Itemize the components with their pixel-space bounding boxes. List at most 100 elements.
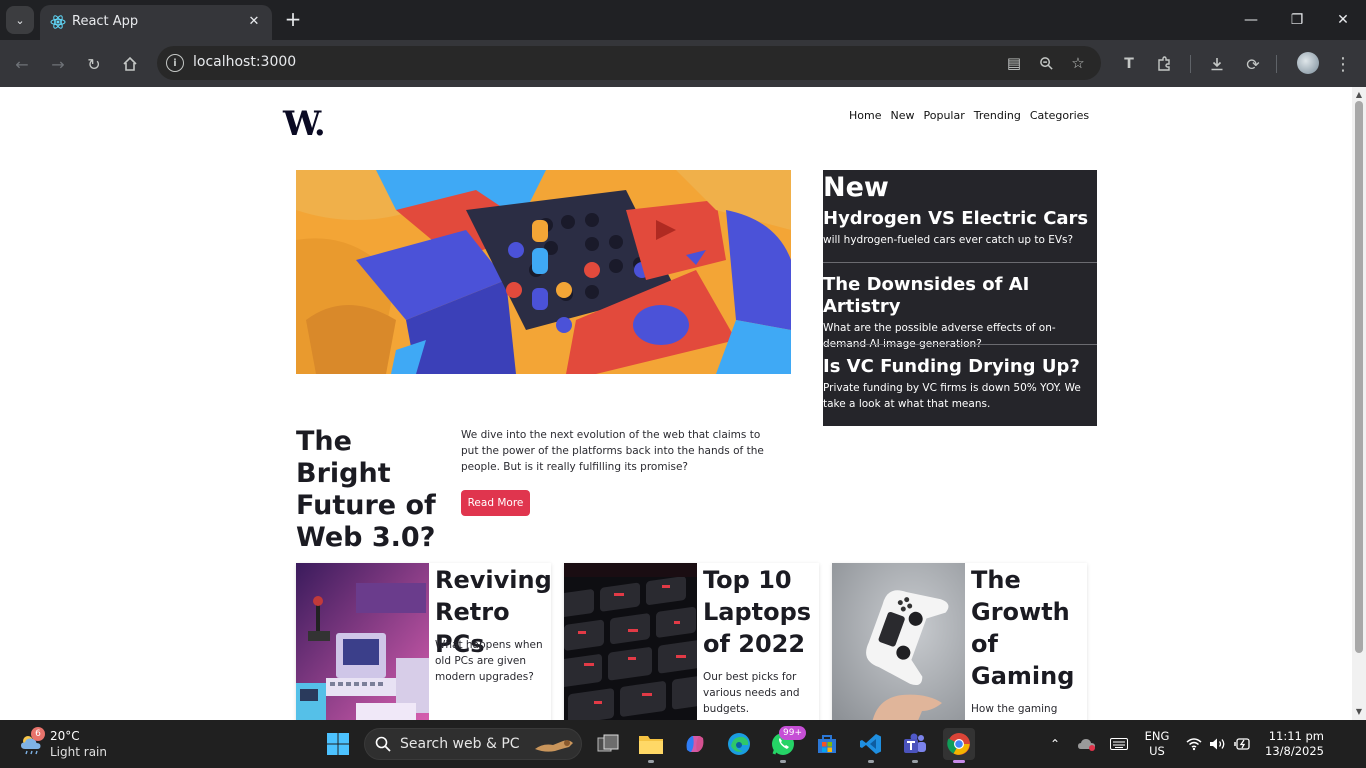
system-clock[interactable]: 11:11 pm 13/8/2025: [1262, 729, 1324, 759]
minimize-button[interactable]: —: [1228, 0, 1274, 40]
taskbar-search[interactable]: Search web & PC: [364, 728, 582, 760]
new-sidebar: New Hydrogen VS Electric Cars will hydro…: [823, 170, 1097, 426]
microsoft-store-button[interactable]: [811, 728, 843, 760]
nav-popular[interactable]: Popular: [923, 109, 964, 122]
chrome-icon: [947, 733, 970, 755]
profile-avatar[interactable]: [1297, 52, 1319, 74]
chrome-button[interactable]: [943, 728, 975, 763]
tab-search-button[interactable]: ⌄: [6, 6, 34, 34]
sidebar-article[interactable]: Is VC Funding Drying Up? Private funding…: [823, 356, 1097, 412]
start-button[interactable]: [322, 728, 354, 760]
site-info-icon[interactable]: i: [166, 54, 184, 72]
card-description: How the gaming: [971, 703, 1058, 715]
react-icon: [50, 15, 66, 29]
restore-button[interactable]: ❐: [1274, 0, 1320, 40]
task-view-button[interactable]: [592, 728, 624, 760]
page-viewport: W. Home New Popular Trending Categories: [0, 87, 1352, 720]
tab-strip: ⌄ React App ✕ + — ❐ ✕: [0, 0, 1366, 40]
forward-button[interactable]: →: [45, 51, 71, 77]
clock-time: 11:11 pm: [1268, 729, 1324, 743]
back-button[interactable]: ←: [9, 51, 35, 77]
vscode-icon: [860, 734, 881, 754]
file-explorer-button[interactable]: [635, 728, 667, 763]
sidebar-article-title[interactable]: Hydrogen VS Electric Cars: [823, 208, 1097, 230]
region-code: US: [1149, 744, 1165, 758]
nav-home[interactable]: Home: [849, 109, 881, 122]
article-card[interactable]: The Growth of Gaming How the gaming: [832, 563, 1087, 720]
nav-trending[interactable]: Trending: [974, 109, 1021, 122]
page-scrollbar[interactable]: ▲ ▼: [1352, 87, 1366, 720]
bookmark-star-icon[interactable]: ☆: [1066, 51, 1090, 75]
show-hidden-icons-button[interactable]: ⌃: [1045, 732, 1065, 756]
sidebar-article[interactable]: Hydrogen VS Electric Cars will hydrogen-…: [823, 208, 1097, 248]
url-text: localhost:3000: [193, 54, 297, 70]
card-title[interactable]: Top 10 Laptops of 2022: [703, 564, 819, 660]
sidebar-article-desc: What are the possible adverse effects of…: [823, 322, 1056, 350]
sidebar-article[interactable]: The Downsides of AI Artistry What are th…: [823, 274, 1097, 352]
weather-condition[interactable]: Light rain: [50, 745, 107, 759]
weather-temperature[interactable]: 20°C: [50, 729, 80, 743]
copilot-button[interactable]: [679, 728, 711, 760]
teams-button[interactable]: [899, 728, 931, 763]
reload-icon: ↻: [87, 54, 101, 74]
running-indicator: [780, 760, 786, 763]
laptop-keyboard-image: [564, 563, 697, 720]
read-more-button[interactable]: Read More: [461, 490, 530, 516]
card-description: Our best picks for various needs and bud…: [703, 671, 800, 715]
new-tab-button[interactable]: +: [282, 8, 304, 30]
edge-button[interactable]: [723, 728, 755, 760]
onedrive-icon[interactable]: [1076, 732, 1098, 756]
scroll-thumb[interactable]: [1355, 101, 1363, 653]
main-nav: Home New Popular Trending Categories: [849, 109, 1089, 122]
task-view-icon: [597, 734, 619, 752]
downloads-icon[interactable]: [1204, 51, 1230, 77]
chevron-down-icon: ⌄: [15, 13, 25, 27]
scroll-down-arrow-icon[interactable]: ▼: [1354, 707, 1364, 717]
menu-kebab-icon[interactable]: ⋮: [1330, 51, 1356, 77]
wifi-icon[interactable]: [1184, 732, 1204, 756]
minimize-icon: —: [1244, 12, 1258, 28]
battery-charging-icon[interactable]: [1232, 732, 1254, 756]
site-logo[interactable]: W.: [283, 104, 326, 144]
close-icon[interactable]: ✕: [244, 11, 264, 31]
taskbar: 6 20°C Light rain Search web & PC ⌃ ENG …: [0, 720, 1366, 768]
zoom-icon[interactable]: [1034, 51, 1058, 75]
vscode-button[interactable]: [855, 728, 887, 763]
install-app-icon[interactable]: ▤: [1002, 51, 1026, 75]
whatsapp-unread-badge: 99+: [779, 726, 806, 740]
extensions-icon[interactable]: [1151, 51, 1177, 77]
tab-react-app[interactable]: React App ✕: [40, 5, 272, 40]
article-card[interactable]: Reviving Retro PCs What happens when old…: [296, 563, 551, 720]
toolbar-divider: [1276, 55, 1277, 73]
reading-mode-icon[interactable]: T: [1116, 51, 1142, 77]
tab-title: React App: [72, 14, 139, 29]
home-button[interactable]: [117, 51, 143, 77]
edge-icon: [728, 733, 750, 755]
active-indicator: [953, 760, 965, 763]
copilot-icon: [686, 736, 704, 752]
sidebar-divider: [823, 344, 1097, 345]
volume-icon[interactable]: [1208, 732, 1228, 756]
close-window-button[interactable]: ✕: [1320, 0, 1366, 40]
sidebar-article-title[interactable]: The Downsides of AI Artistry: [823, 274, 1097, 318]
history-icon[interactable]: ⟳: [1240, 51, 1266, 77]
nav-new[interactable]: New: [890, 109, 914, 122]
language-code: ENG: [1144, 729, 1170, 743]
store-icon: [818, 735, 836, 753]
article-card[interactable]: Top 10 Laptops of 2022 Our best picks fo…: [564, 563, 819, 720]
weather-alert-badge: 6: [31, 727, 45, 741]
sidebar-article-title[interactable]: Is VC Funding Drying Up?: [823, 356, 1097, 378]
game-controller-image: [832, 563, 965, 720]
sidebar-article-desc: will hydrogen-fueled cars ever catch up …: [823, 234, 1074, 246]
running-indicator: [868, 760, 874, 763]
nav-categories[interactable]: Categories: [1030, 109, 1089, 122]
keyboard-icon[interactable]: [1108, 732, 1130, 756]
language-indicator[interactable]: ENG US: [1144, 729, 1170, 759]
running-indicator: [648, 760, 654, 763]
reload-button[interactable]: ↻: [81, 51, 107, 77]
feature-description: We dive into the next evolution of the w…: [461, 429, 764, 473]
address-bar[interactable]: i localhost:3000 ▤ ☆: [157, 46, 1101, 80]
card-title[interactable]: The Growth of Gaming: [971, 564, 1087, 692]
running-indicator: [912, 760, 918, 763]
scroll-up-arrow-icon[interactable]: ▲: [1354, 90, 1364, 100]
